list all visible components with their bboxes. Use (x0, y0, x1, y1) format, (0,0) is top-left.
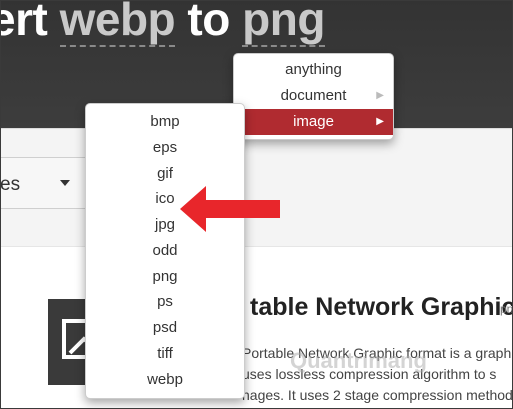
content-title: table Network Graphic (250, 293, 513, 321)
submenu-item-ps[interactable]: ps (86, 289, 244, 315)
caret-down-icon[interactable] (60, 180, 70, 186)
chevron-right-icon: ▶ (376, 116, 384, 127)
image-submenu: bmp eps gif ico jpg odd png ps psd tiff … (85, 103, 245, 399)
content-title-tail: pn (500, 302, 513, 316)
chevron-right-icon: ▶ (376, 90, 384, 101)
submenu-item-psd[interactable]: psd (86, 315, 244, 341)
divider (0, 246, 513, 247)
submenu-item-bmp[interactable]: bmp (86, 109, 244, 135)
category-menu: anything document ▶ image ▶ (233, 53, 394, 140)
target-format-link[interactable]: png (242, 0, 325, 47)
menu-item-anything[interactable]: anything (234, 57, 393, 83)
menu-item-document[interactable]: document ▶ (234, 83, 393, 109)
submenu-item-tiff[interactable]: tiff (86, 341, 244, 367)
watermark: Quantrimang (290, 348, 427, 373)
submenu-item-webp[interactable]: webp (86, 367, 244, 393)
submenu-item-odd[interactable]: odd (86, 238, 244, 264)
arrow-left-icon (180, 186, 280, 232)
format-select-text: es (0, 174, 21, 195)
submenu-item-eps[interactable]: eps (86, 135, 244, 161)
page-title: ert webp to png (0, 0, 325, 47)
submenu-item-png[interactable]: png (86, 264, 244, 290)
menu-item-image[interactable]: image ▶ (234, 109, 393, 135)
source-format-link[interactable]: webp (59, 0, 176, 47)
